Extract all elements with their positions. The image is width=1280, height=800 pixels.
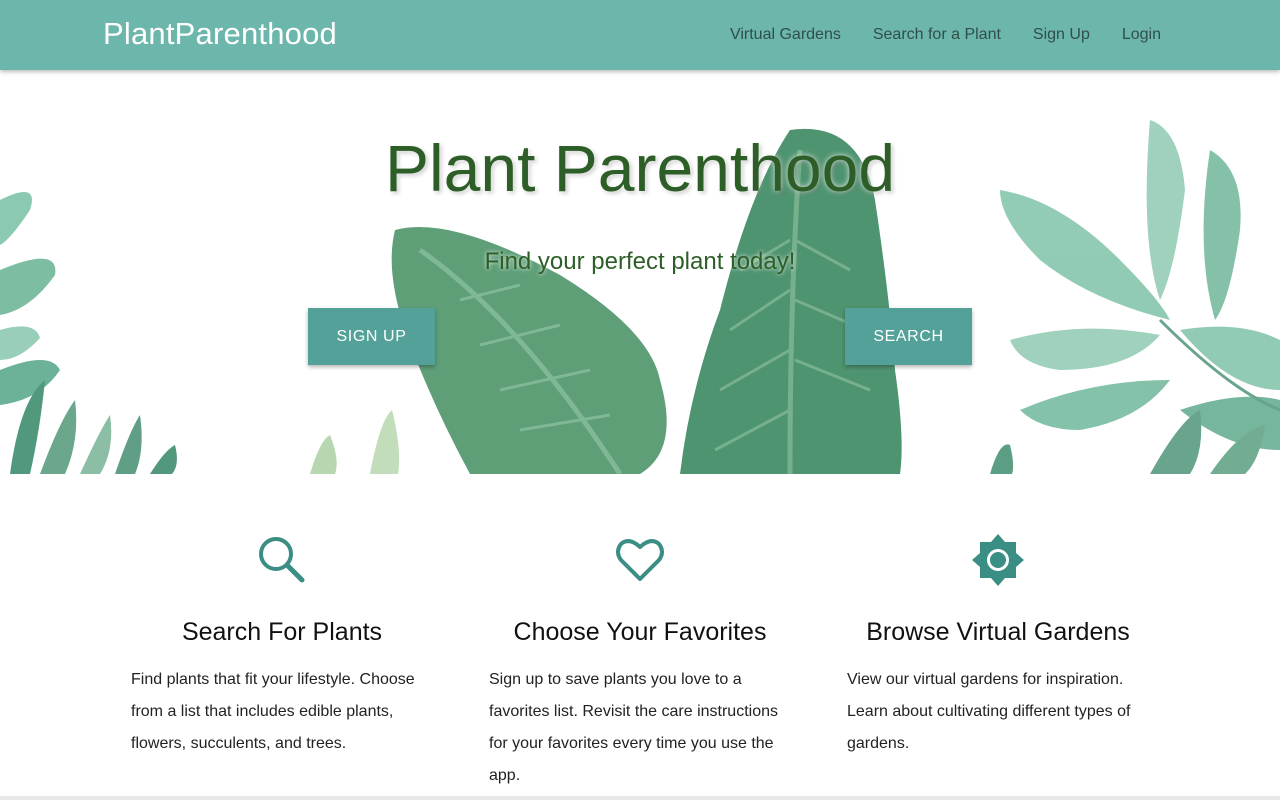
feature-title: Search For Plants [181,618,383,646]
nav-links: Virtual Gardens Search for a Plant Sign … [698,0,1161,70]
sun-icon [972,534,1024,586]
hero-section: Plant Parenthood Find your perfect plant… [0,70,1280,474]
brand-logo[interactable]: PlantParenthood [103,16,337,52]
feature-text: Find plants that fit your lifestyle. Cho… [131,671,415,752]
feature-title: Browse Virtual Gardens [866,618,1130,646]
feature-text: View our virtual gardens for inspiration… [847,671,1131,752]
nav-link-search-plant[interactable]: Search for a Plant [873,26,1001,44]
features-section: Search For Plants Find plants that fit y… [0,474,1280,800]
hero-signup-button[interactable]: SIGN UP [308,308,435,365]
hero-title: Plant Parenthood [384,131,896,205]
bottom-border [0,796,1280,800]
nav-link-login[interactable]: Login [1122,26,1161,44]
nav-link-sign-up[interactable]: Sign Up [1033,26,1090,44]
hero-search-button[interactable]: SEARCH [845,308,972,365]
navbar: PlantParenthood Virtual Gardens Search f… [0,0,1280,70]
feature-text: Sign up to save plants you love to a fav… [489,671,778,784]
hero-subtitle: Find your perfect plant today! [484,248,796,275]
feature-title: Choose Your Favorites [513,618,767,646]
nav-link-virtual-gardens[interactable]: Virtual Gardens [730,26,841,44]
search-icon [259,537,305,583]
heart-icon [616,539,664,581]
